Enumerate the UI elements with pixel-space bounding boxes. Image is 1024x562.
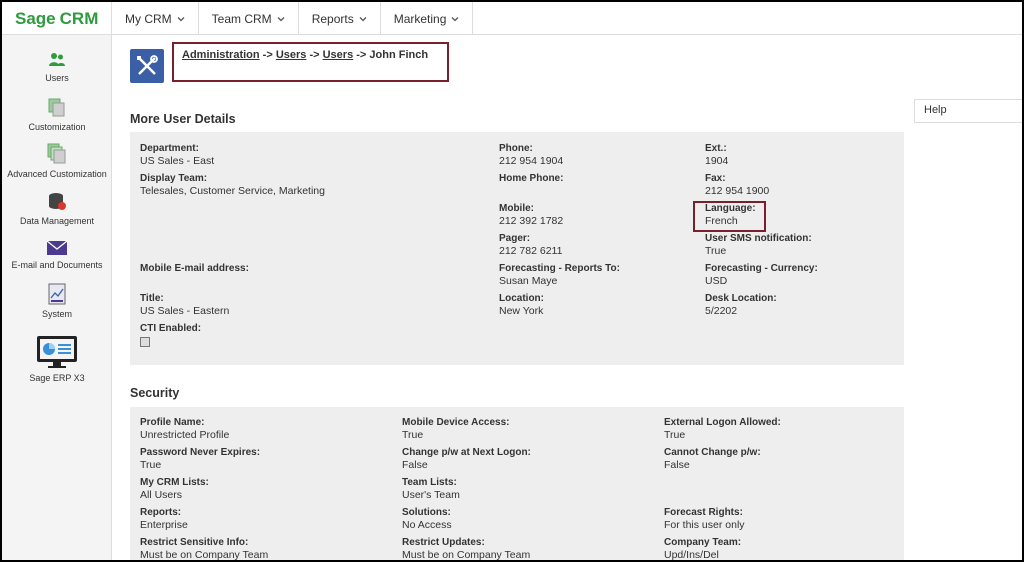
- sidebar-item-advanced-customization[interactable]: Advanced Customization: [2, 143, 112, 179]
- field-restrict-sensitive: Restrict Sensitive Info: Must be on Compa…: [140, 537, 269, 561]
- breadcrumb-current: John Finch: [369, 49, 429, 61]
- admin-tools-icon: [130, 49, 164, 83]
- field-pager: Pager: 212 782 6211: [499, 233, 563, 257]
- field-profile-name: Profile Name: Unrestricted Profile: [140, 417, 230, 441]
- field-team-lists: Team Lists: User's Team: [402, 477, 460, 501]
- field-mobile: Mobile: 212 392 1782: [499, 203, 564, 227]
- field-forecast-currency: Forecasting - Currency: USD: [705, 263, 818, 287]
- field-password-never-expires: Password Never Expires: True: [140, 447, 261, 471]
- sage-crm-logo[interactable]: Sage CRM: [2, 2, 112, 35]
- field-display-team: Display Team: Telesales, Customer Service…: [140, 173, 325, 197]
- sidebar-item-customization[interactable]: Customization: [2, 98, 112, 132]
- breadcrumb-users-2[interactable]: Users: [323, 49, 354, 61]
- field-ext: Ext.: 1904: [705, 143, 729, 167]
- monitor-icon: [37, 336, 77, 368]
- nav-reports[interactable]: Reports: [299, 2, 381, 35]
- main-content: Administration -> Users -> Users -> John…: [113, 35, 1022, 561]
- nav-marketing[interactable]: Marketing: [381, 2, 474, 35]
- field-change-pw-next-logon: Change p/w at Next Logon: False: [402, 447, 531, 471]
- chevron-down-icon: [277, 16, 285, 21]
- breadcrumb-administration[interactable]: Administration: [182, 49, 260, 61]
- field-cti-enabled: CTI Enabled:: [140, 323, 201, 350]
- chevron-down-icon: [359, 16, 367, 21]
- help-button[interactable]: Help: [914, 99, 1022, 123]
- field-title: Title: US Sales - Eastern: [140, 293, 230, 317]
- field-mobile-device-access: Mobile Device Access: True: [402, 417, 510, 441]
- field-phone: Phone: 212 954 1904: [499, 143, 564, 167]
- breadcrumb: Administration -> Users -> Users -> John…: [172, 42, 449, 82]
- security-panel: Profile Name: Unrestricted Profile Passwo…: [130, 407, 904, 561]
- field-department: Department: US Sales - East: [140, 143, 215, 167]
- field-desk-location: Desk Location: 5/2202: [705, 293, 777, 317]
- sidebar-item-users[interactable]: Users: [2, 51, 112, 83]
- users-icon: [49, 53, 65, 66]
- nav-team-crm[interactable]: Team CRM: [199, 2, 299, 35]
- field-external-logon: External Logon Allowed: True: [664, 417, 781, 441]
- sidebar-item-data-management[interactable]: Data Management: [2, 192, 112, 226]
- logo-sage-text: Sage: [15, 8, 56, 28]
- app-window: Sage CRM My CRM Team CRM Reports Marketi…: [0, 0, 1024, 562]
- system-icon: [48, 283, 66, 305]
- chevron-down-icon: [451, 16, 459, 21]
- field-forecast-reports-to: Forecasting - Reports To: Susan Maye: [499, 263, 620, 287]
- language-highlight-box: [693, 201, 766, 232]
- section-title-user-details: More User Details: [130, 112, 236, 126]
- sidebar-item-system[interactable]: System: [2, 283, 112, 319]
- field-forecast-rights: Forecast Rights: For this user only: [664, 507, 745, 531]
- field-sms-notification: User SMS notification: True: [705, 233, 812, 257]
- field-mobile-email: Mobile E-mail address:: [140, 263, 249, 274]
- field-cannot-change-pw: Cannot Change p/w: False: [664, 447, 761, 471]
- field-fax: Fax: 212 954 1900: [705, 173, 770, 197]
- envelope-icon: [46, 240, 68, 255]
- field-home-phone: Home Phone:: [499, 173, 564, 184]
- breadcrumb-users[interactable]: Users: [276, 49, 307, 61]
- field-my-crm-lists: My CRM Lists: All Users: [140, 477, 209, 501]
- sidebar-item-sage-erp-x3[interactable]: Sage ERP X3: [2, 335, 112, 383]
- field-reports: Reports: Enterprise: [140, 507, 188, 531]
- admin-sidebar: Users Customization Advanced Customizati…: [2, 35, 112, 560]
- user-details-panel: Department: US Sales - East Display Team:…: [130, 132, 904, 365]
- field-solutions: Solutions: No Access: [402, 507, 452, 531]
- advanced-customization-icon: [47, 143, 66, 164]
- cti-enabled-checkbox: [140, 337, 150, 347]
- logo-crm-text: CRM: [59, 8, 99, 28]
- sidebar-item-email-documents[interactable]: E-mail and Documents: [2, 240, 112, 270]
- customization-icon: [48, 98, 65, 117]
- field-company-team: Company Team: Upd/Ins/Del: [664, 537, 742, 561]
- field-location: Location: New York: [499, 293, 544, 317]
- field-restrict-updates: Restrict Updates: Must be on Company Team: [402, 537, 531, 561]
- top-nav: Sage CRM My CRM Team CRM Reports Marketi…: [2, 2, 1022, 35]
- section-title-security: Security: [130, 386, 180, 400]
- chevron-down-icon: [177, 16, 185, 21]
- nav-my-crm[interactable]: My CRM: [112, 2, 199, 35]
- database-icon: [49, 193, 66, 210]
